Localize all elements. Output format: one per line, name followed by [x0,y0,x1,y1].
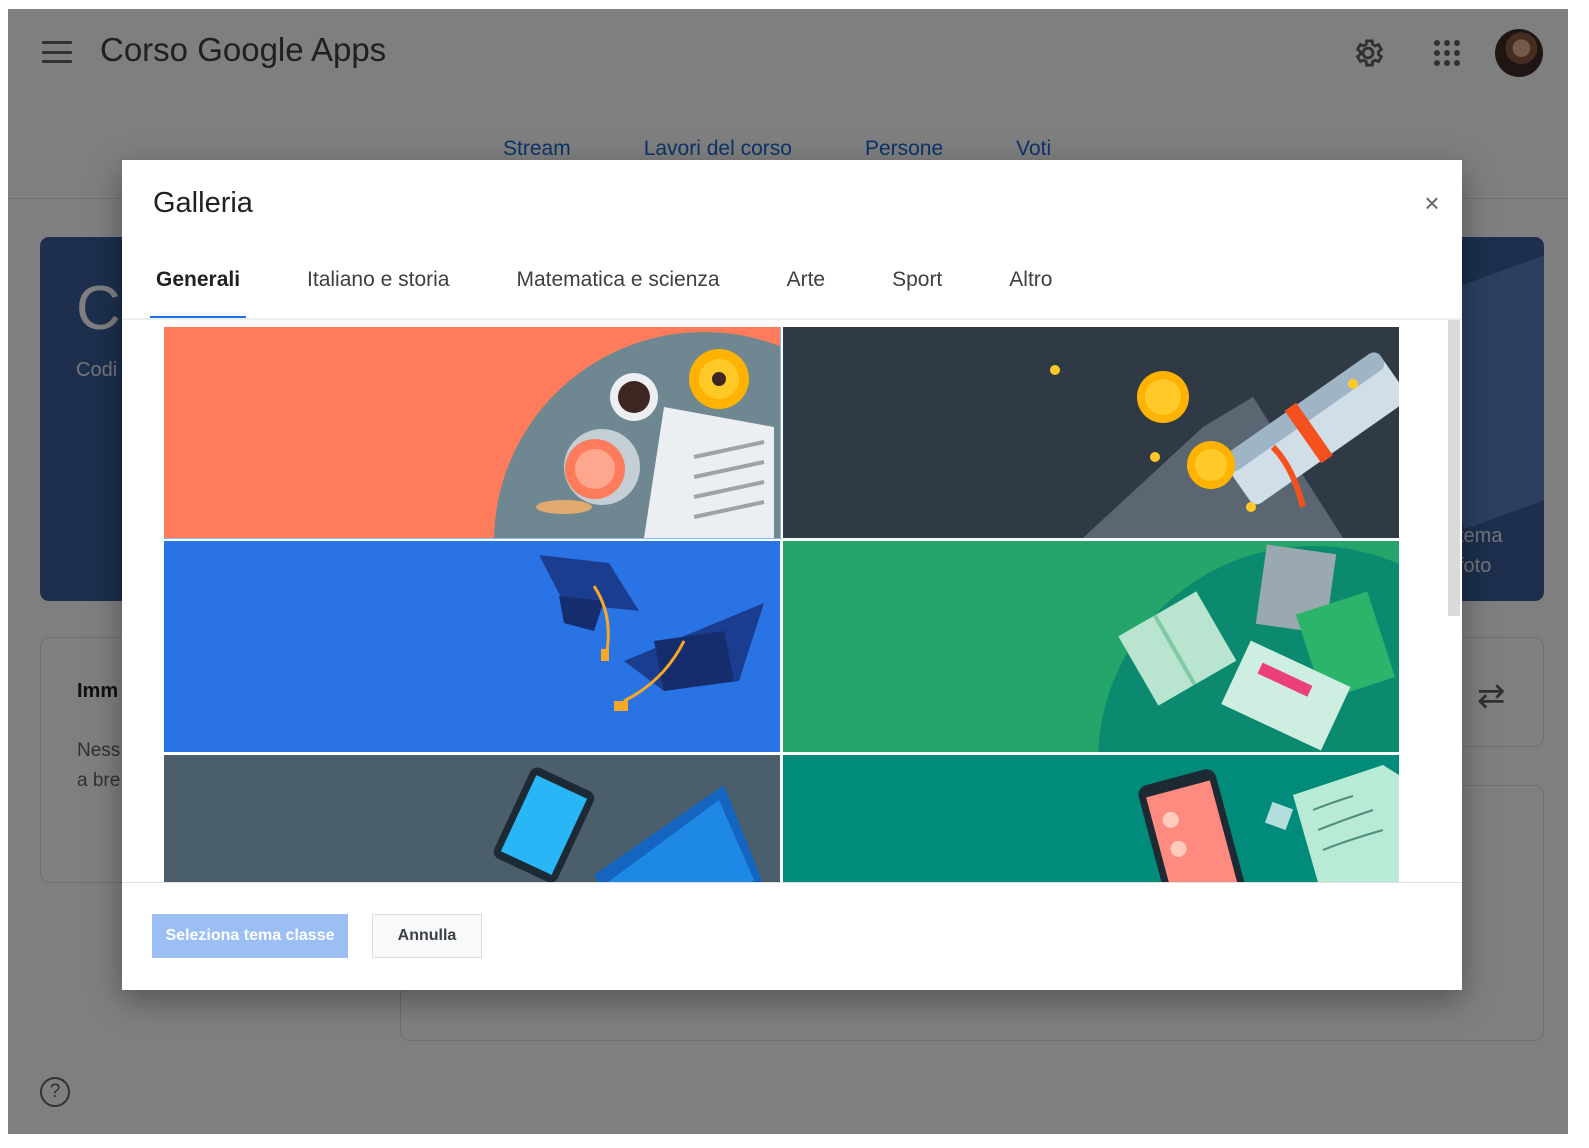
theme-tile-graduation-caps[interactable] [164,541,780,752]
tab-matematica-e-scienza[interactable]: Matematica e scienza [510,260,725,319]
gallery-scrollbar[interactable] [1448,320,1460,616]
footer-divider [122,882,1462,883]
gallery-dialog: Galleria × Generali Italiano e storia Ma… [122,160,1462,990]
close-icon[interactable]: × [1415,186,1449,220]
theme-tile-books[interactable] [783,541,1399,752]
tab-italiano-e-storia[interactable]: Italiano e storia [301,260,455,319]
coffee-table-illustration [164,327,780,538]
phone-notes-illustration [783,755,1399,882]
tab-sport[interactable]: Sport [886,260,948,319]
graduation-caps-illustration [164,541,780,752]
theme-tile-diploma-coins[interactable] [783,327,1399,538]
books-illustration [783,541,1399,752]
theme-gallery [164,327,1404,882]
theme-tile-tablet-laptop[interactable] [164,755,780,882]
diploma-coins-illustration [783,327,1399,538]
tab-altro[interactable]: Altro [1003,260,1058,319]
theme-tile-coffee-table[interactable] [164,327,781,539]
theme-tile-phone-notes[interactable] [783,755,1399,882]
select-theme-button[interactable]: Seleziona tema classe [152,914,348,958]
tab-arte[interactable]: Arte [781,260,832,319]
tabs-divider [122,318,1462,320]
gallery-tabs: Generali Italiano e storia Matematica e … [150,260,1113,319]
cancel-button[interactable]: Annulla [372,914,482,958]
tab-generali[interactable]: Generali [150,260,247,319]
dialog-title: Galleria [153,187,253,219]
tablet-laptop-illustration [164,755,780,882]
